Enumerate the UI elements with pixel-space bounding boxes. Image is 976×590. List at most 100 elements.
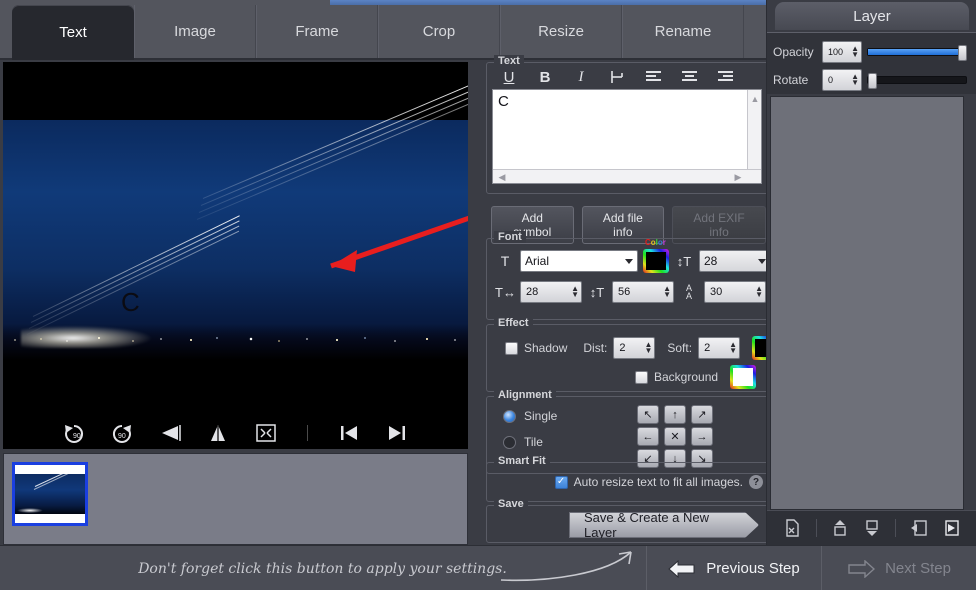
rotate-left-90-icon[interactable]: 90 (59, 420, 89, 446)
opacity-label: Opacity (773, 45, 817, 59)
fit-to-screen-icon[interactable] (251, 420, 281, 446)
align-top-right-icon[interactable]: ↗ (691, 405, 713, 424)
auto-resize-label: Auto resize text to fit all images. (574, 475, 743, 489)
chevron-down-icon (625, 259, 633, 264)
dist-label: Dist: (583, 341, 607, 355)
tab-crop[interactable]: Crop (378, 5, 500, 58)
text-editor[interactable]: C ▲ ▼ ◀ ▶ (492, 89, 762, 184)
stepper-arrows-icon[interactable]: ▲▼ (847, 46, 859, 58)
auto-resize-checkbox[interactable] (555, 476, 568, 489)
align-center-icon[interactable] (671, 66, 707, 88)
line-spacing-stepper[interactable]: 30 ▲▼ (704, 281, 766, 303)
flip-vertical-icon[interactable] (203, 420, 233, 446)
thumbnail-strip[interactable] (3, 453, 468, 545)
tab-frame[interactable]: Frame (256, 5, 378, 58)
arrow-left-icon (668, 560, 696, 578)
next-step-button: Next Step (821, 546, 976, 590)
stepper-arrows-icon[interactable]: ▲▼ (725, 342, 737, 354)
scroll-up-icon[interactable]: ▲ (748, 92, 762, 106)
tab-resize-label: Resize (538, 23, 584, 40)
move-layer-up-icon[interactable] (827, 516, 853, 540)
toolbar-divider (307, 425, 308, 441)
delete-layer-icon[interactable] (780, 516, 806, 540)
background-checkbox[interactable] (635, 371, 648, 384)
align-center-icon[interactable]: ✕ (664, 427, 686, 446)
align-middle-left-icon[interactable]: ← (637, 427, 659, 446)
scroll-right-icon[interactable]: ▶ (731, 170, 745, 184)
align-top-center-icon[interactable]: ↑ (664, 405, 686, 424)
line-spacing-icon: AA (679, 284, 699, 300)
smart-fit-group-label: Smart Fit (494, 455, 550, 467)
svg-text:90: 90 (73, 433, 81, 440)
tab-resize[interactable]: Resize (500, 5, 622, 58)
background-color-swatch[interactable] (730, 365, 756, 389)
alignment-single-radio[interactable] (503, 410, 516, 423)
rotate-slider-knob[interactable] (868, 73, 877, 89)
font-size-select[interactable]: 28 (699, 250, 771, 272)
rotate-stepper[interactable]: 0▲▼ (822, 69, 862, 91)
font-size-value: 28 (704, 254, 717, 268)
bold-icon[interactable]: B (527, 66, 563, 88)
font-width-stepper[interactable]: 28▲▼ (520, 281, 582, 303)
shadow-checkbox[interactable] (505, 342, 518, 355)
effect-group: Effect Shadow Dist: 2▲▼ Soft: 2▲▼ Backgr… (486, 324, 774, 392)
save-layer-icon[interactable] (938, 516, 964, 540)
font-height-stepper[interactable]: 56▲▼ (612, 281, 674, 303)
align-middle-right-icon[interactable]: → (691, 427, 713, 446)
font-group-label: Font (494, 231, 526, 243)
layer-list[interactable] (770, 96, 964, 510)
shadow-soft-stepper[interactable]: 2▲▼ (698, 337, 740, 359)
underline-icon[interactable]: U (491, 66, 527, 88)
help-icon[interactable]: ? (749, 475, 763, 489)
hint-arrow-icon (499, 548, 639, 588)
next-step-label: Next Step (885, 560, 951, 577)
alignment-single-label: Single (524, 409, 557, 423)
font-family-select[interactable]: Arial (520, 250, 638, 272)
previous-step-button[interactable]: Previous Step (646, 546, 821, 590)
stepper-arrows-icon[interactable]: ▲▼ (567, 286, 579, 298)
font-group: Font T Arial Color ↕T 28 T↔ (486, 238, 774, 320)
layer-action-bar (767, 510, 976, 545)
stepper-arrows-icon[interactable]: ▲▼ (659, 286, 671, 298)
save-create-layer-button[interactable]: Save & Create a New Layer (569, 512, 759, 538)
text-editor-hscrollbar[interactable]: ◀ ▶ (493, 169, 761, 183)
tab-rename[interactable]: Rename (622, 5, 744, 58)
image-preview[interactable]: C (3, 62, 468, 417)
stepper-arrows-icon[interactable]: ▲▼ (847, 74, 859, 86)
align-right-icon[interactable] (707, 66, 743, 88)
opacity-stepper[interactable]: 100▲▼ (822, 41, 862, 63)
next-image-icon[interactable] (382, 420, 412, 446)
stepper-arrows-icon[interactable]: ▲▼ (640, 342, 652, 354)
alignment-tile-radio[interactable] (503, 436, 516, 449)
previous-image-icon[interactable] (334, 420, 364, 446)
scroll-left-icon[interactable]: ◀ (495, 170, 509, 184)
rotate-slider[interactable] (867, 76, 967, 84)
load-layer-icon[interactable] (906, 516, 932, 540)
text-settings-panel: Text U B I C (470, 62, 766, 545)
thumbnail-item[interactable] (12, 462, 88, 526)
app-window: Text Image Frame Crop Resize Rename C (0, 0, 976, 590)
line-spacing-value: 30 (710, 286, 722, 298)
flip-horizontal-icon[interactable] (155, 420, 185, 446)
opacity-slider-knob[interactable] (958, 45, 967, 61)
indent-icon[interactable] (599, 66, 635, 88)
tab-image[interactable]: Image (134, 5, 256, 58)
action-divider (895, 519, 896, 537)
move-layer-down-icon[interactable] (859, 516, 885, 540)
stepper-arrows-icon[interactable]: ▲▼ (751, 286, 763, 298)
italic-icon[interactable]: I (563, 66, 599, 88)
font-color-swatch[interactable] (643, 249, 669, 273)
chevron-down-icon (758, 259, 766, 264)
layer-panel: Layer Opacity 100▲▼ Rotate 0▲▼ (766, 0, 976, 545)
bottom-bar: Don't forget click this button to apply … (0, 545, 976, 590)
rotate-right-90-icon[interactable]: 90 (107, 420, 137, 446)
shadow-distance-stepper[interactable]: 2▲▼ (613, 337, 655, 359)
save-group: Save Save & Create a New Layer (486, 505, 774, 543)
font-height-icon: ↕T (587, 285, 607, 300)
align-top-left-icon[interactable]: ↖ (637, 405, 659, 424)
align-left-icon[interactable] (635, 66, 671, 88)
opacity-slider[interactable] (867, 48, 967, 56)
tab-text[interactable]: Text (12, 5, 134, 60)
arrow-right-icon (847, 560, 875, 578)
font-size-icon: ↕T (674, 254, 694, 269)
